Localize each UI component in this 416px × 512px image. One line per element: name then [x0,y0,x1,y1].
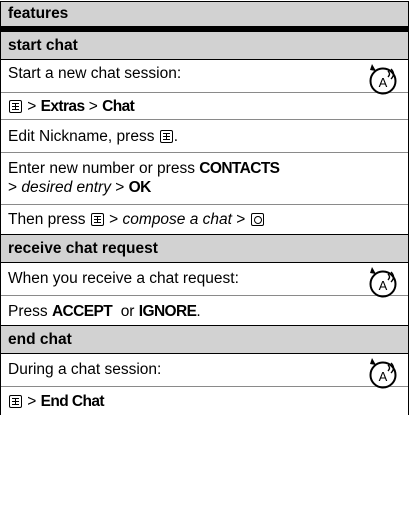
start-chat-compose-row: Then press > compose a chat > [1,205,408,235]
table-header-label: features [8,5,69,22]
end-chat-path-row: > End Chat [1,387,408,415]
svg-text:A: A [379,369,388,384]
table-header: features [1,1,408,32]
menu-key-icon [159,130,173,143]
network-feature-icon: A [369,64,397,95]
network-feature-icon: A [369,267,397,298]
start-chat-path-row: > Extras > Chat [1,93,408,120]
features-table: features start chat Start a new chat ses… [0,1,409,415]
start-chat-nickname-row: Edit Nickname, press . [1,120,408,153]
receive-chat-action-row: Press ACCEPT or IGNORE. [1,296,408,326]
menu-key-icon [9,100,22,113]
svg-text:A: A [379,278,388,293]
section-title-start-chat: start chat [1,32,408,60]
start-chat-number-row: Enter new number or press CONTACTS > des… [1,153,408,205]
svg-text:A: A [379,75,388,90]
send-key-icon [250,213,264,226]
end-chat-intro-row: During a chat session: A [1,354,408,389]
receive-chat-intro-row: When you receive a chat request: A [1,263,408,298]
menu-key-icon [9,395,22,408]
menu-key-icon [90,213,104,226]
section-title-receive-chat: receive chat request [1,235,408,263]
section-title-end-chat: end chat [1,326,408,354]
start-chat-intro-row: Start a new chat session: A [1,60,408,95]
network-feature-icon: A [369,358,397,389]
